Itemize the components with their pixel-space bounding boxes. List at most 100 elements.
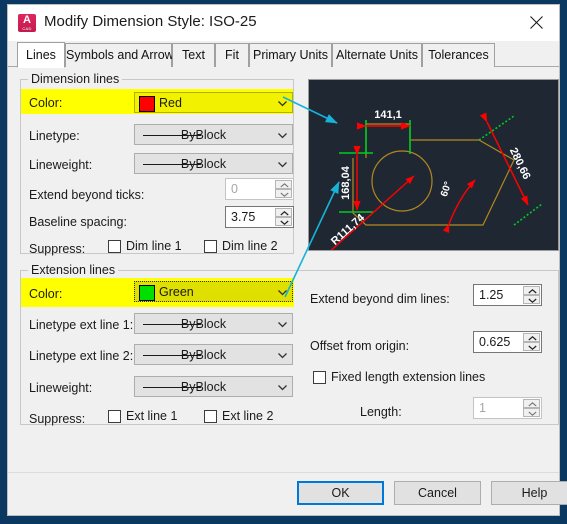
tab-fit[interactable]: Fit bbox=[215, 43, 249, 67]
stepper-up-icon[interactable] bbox=[523, 286, 540, 295]
stepper-down-icon[interactable] bbox=[523, 295, 540, 304]
extension-linetype-ext1-combobox[interactable]: ByBlock bbox=[134, 313, 293, 334]
baseline-spacing-label: Baseline spacing: bbox=[29, 215, 127, 229]
modify-dimension-style-dialog: A CAD Modify Dimension Style: ISO-25 Lin… bbox=[7, 4, 567, 516]
extend-beyond-dim-lines-value: 1.25 bbox=[479, 288, 504, 302]
suppress-ext-line-2-label: Ext line 2 bbox=[222, 409, 274, 423]
chevron-down-icon bbox=[276, 349, 289, 362]
tab-symbols-and-arrows[interactable]: Symbols and Arrows bbox=[65, 43, 180, 67]
extend-beyond-dim-lines-stepper[interactable]: 1.25 bbox=[473, 284, 542, 306]
tab-lines-label: Lines bbox=[26, 48, 56, 62]
dimension-linetype-label: Linetype: bbox=[29, 129, 80, 143]
tab-text[interactable]: Text bbox=[172, 43, 215, 67]
help-button-label: Help bbox=[521, 486, 548, 500]
checkbox-box bbox=[204, 410, 217, 423]
baseline-spacing-stepper[interactable]: 3.75 bbox=[225, 206, 294, 228]
stepper-buttons bbox=[523, 333, 540, 351]
autocad-cad-text: CAD bbox=[22, 26, 32, 31]
tab-text-label: Text bbox=[182, 48, 205, 62]
close-icon[interactable] bbox=[515, 5, 559, 39]
stepper-buttons bbox=[275, 208, 292, 226]
stepper-down-icon[interactable] bbox=[523, 342, 540, 351]
tab-alternate-units[interactable]: Alternate Units bbox=[332, 43, 422, 67]
tab-tolerances-label: Tolerances bbox=[428, 48, 489, 62]
dimension-color-swatch bbox=[139, 96, 155, 112]
tab-tolerances[interactable]: Tolerances bbox=[422, 43, 495, 67]
extend-beyond-ticks-stepper[interactable]: 0 bbox=[225, 178, 294, 200]
tab-primary-units[interactable]: Primary Units bbox=[249, 43, 332, 67]
dimension-lineweight-label: Lineweight: bbox=[29, 158, 93, 172]
suppress-ext-line-1-label: Ext line 1 bbox=[126, 409, 178, 423]
stepper-buttons bbox=[275, 180, 292, 198]
checkbox-box bbox=[313, 371, 326, 384]
stepper-buttons bbox=[523, 399, 540, 417]
fixed-length-extension-lines-label: Fixed length extension lines bbox=[331, 370, 486, 384]
stepper-down-icon[interactable] bbox=[523, 408, 540, 417]
offset-from-origin-label: Offset from origin: bbox=[310, 339, 410, 353]
preview-label-horizontal: 141,1 bbox=[374, 109, 402, 121]
extend-beyond-dim-lines-label: Extend beyond dim lines: bbox=[310, 292, 450, 306]
suppress-dim-line-1-label: Dim line 1 bbox=[126, 239, 182, 253]
tab-lines[interactable]: Lines bbox=[17, 42, 65, 68]
dimension-lineweight-value: ByBlock bbox=[180, 157, 227, 171]
title-bar: A CAD Modify Dimension Style: ISO-25 bbox=[8, 5, 559, 41]
length-stepper[interactable]: 1 bbox=[473, 397, 542, 419]
dimension-lineweight-combobox[interactable]: ByBlock bbox=[134, 153, 293, 174]
preview-label-diagonal: 280,66 bbox=[507, 146, 533, 182]
ok-button[interactable]: OK bbox=[297, 481, 384, 505]
chevron-down-icon bbox=[276, 381, 289, 394]
chevron-down-icon bbox=[276, 318, 289, 331]
extension-suppress-label: Suppress: bbox=[29, 412, 86, 426]
stepper-up-icon[interactable] bbox=[523, 333, 540, 342]
help-button[interactable]: Help bbox=[491, 481, 567, 505]
stepper-up-icon[interactable] bbox=[275, 208, 292, 217]
extension-color-value: Green bbox=[159, 285, 194, 299]
chevron-down-icon bbox=[276, 129, 289, 142]
extension-linetype-ext2-combobox[interactable]: ByBlock bbox=[134, 344, 293, 365]
stepper-down-icon[interactable] bbox=[275, 189, 292, 198]
offset-from-origin-stepper[interactable]: 0.625 bbox=[473, 331, 542, 353]
baseline-spacing-value: 3.75 bbox=[231, 210, 256, 224]
ok-button-label: OK bbox=[331, 486, 350, 500]
checkbox-box bbox=[204, 240, 217, 253]
dimension-color-combobox[interactable]: Red bbox=[134, 92, 293, 113]
cancel-button[interactable]: Cancel bbox=[394, 481, 481, 505]
extend-beyond-ticks-value: 0 bbox=[231, 182, 238, 196]
preview-label-vertical: 168,04 bbox=[340, 165, 352, 200]
extend-beyond-ticks-label: Extend beyond ticks: bbox=[29, 188, 145, 202]
checkbox-box bbox=[108, 240, 121, 253]
dialog-title: Modify Dimension Style: ISO-25 bbox=[44, 13, 257, 30]
extension-lineweight-combobox[interactable]: ByBlock bbox=[134, 376, 293, 397]
extension-linetype-ext2-label: Linetype ext line 2: bbox=[29, 349, 134, 363]
dimension-style-preview: 141,1 168,04 280,66 R111,74 60° bbox=[308, 79, 559, 251]
extension-lineweight-label: Lineweight: bbox=[29, 381, 93, 395]
stepper-up-icon[interactable] bbox=[523, 399, 540, 408]
chevron-down-icon bbox=[276, 158, 289, 171]
autocad-a-icon: A CAD bbox=[18, 14, 36, 32]
extension-color-combobox[interactable]: Green bbox=[134, 281, 293, 302]
stepper-up-icon[interactable] bbox=[275, 180, 292, 189]
extension-lines-group-label: Extension lines bbox=[28, 263, 119, 277]
dimension-color-value: Red bbox=[159, 96, 182, 110]
tab-alternate-units-label: Alternate Units bbox=[336, 48, 418, 62]
preview-label-radius: R111,74 bbox=[329, 211, 368, 248]
tab-primary-units-label: Primary Units bbox=[252, 48, 328, 62]
dimension-suppress-label: Suppress: bbox=[29, 242, 86, 256]
extension-lineweight-value: ByBlock bbox=[180, 380, 227, 394]
chevron-down-icon bbox=[276, 97, 289, 110]
extension-linetype-ext1-label: Linetype ext line 1: bbox=[29, 318, 134, 332]
tab-bar: Lines Symbols and Arrows Text Fit Primar… bbox=[8, 41, 559, 68]
length-label: Length: bbox=[360, 405, 402, 419]
length-value: 1 bbox=[479, 401, 486, 415]
extension-linetype-ext1-value: ByBlock bbox=[180, 317, 227, 331]
preview-label-angle: 60° bbox=[439, 180, 454, 198]
chevron-down-icon bbox=[276, 286, 289, 299]
dimension-linetype-combobox[interactable]: ByBlock bbox=[134, 124, 293, 145]
dimension-lines-group-label: Dimension lines bbox=[28, 72, 123, 86]
tab-symbols-and-arrows-label: Symbols and Arrows bbox=[66, 48, 180, 62]
cancel-button-label: Cancel bbox=[418, 486, 457, 500]
dimension-linetype-value: ByBlock bbox=[180, 128, 227, 142]
tab-fit-label: Fit bbox=[225, 48, 239, 62]
extension-color-label: Color: bbox=[29, 287, 63, 301]
stepper-down-icon[interactable] bbox=[275, 217, 292, 226]
